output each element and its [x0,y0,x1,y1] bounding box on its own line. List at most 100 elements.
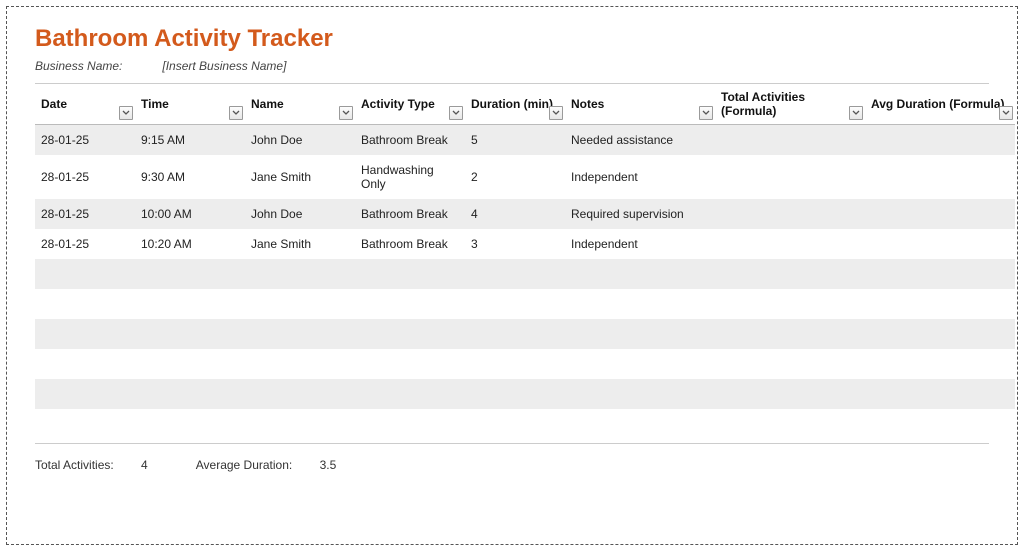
cell-notes[interactable]: Needed assistance [565,125,715,156]
cell-time[interactable] [135,259,245,289]
cell-date[interactable] [35,349,135,379]
filter-dropdown-icon[interactable] [339,106,353,120]
cell-duration[interactable] [465,409,565,439]
cell-avg[interactable] [865,155,1015,199]
cell-name[interactable] [245,349,355,379]
cell-avg[interactable] [865,349,1015,379]
cell-avg[interactable] [865,379,1015,409]
cell-time[interactable] [135,379,245,409]
cell-avg[interactable] [865,259,1015,289]
business-name-value[interactable]: [Insert Business Name] [162,59,286,73]
cell-name[interactable] [245,259,355,289]
column-header-label: Total Activities (Formula) [721,90,805,118]
column-header: Avg Duration (Formula) [865,84,1015,125]
cell-tot[interactable] [715,125,865,156]
cell-date[interactable] [35,379,135,409]
cell-duration[interactable]: 3 [465,229,565,259]
filter-dropdown-icon[interactable] [849,106,863,120]
cell-time[interactable]: 10:20 AM [135,229,245,259]
filter-dropdown-icon[interactable] [449,106,463,120]
cell-activity[interactable] [355,289,465,319]
column-header-label: Name [251,97,284,111]
cell-time[interactable] [135,409,245,439]
cell-activity[interactable]: Bathroom Break [355,199,465,229]
cell-avg[interactable] [865,319,1015,349]
cell-tot[interactable] [715,155,865,199]
cell-time[interactable] [135,289,245,319]
cell-name[interactable]: Jane Smith [245,155,355,199]
cell-date[interactable] [35,409,135,439]
cell-notes[interactable]: Independent [565,155,715,199]
cell-time[interactable]: 9:30 AM [135,155,245,199]
cell-avg[interactable] [865,229,1015,259]
cell-tot[interactable] [715,379,865,409]
cell-notes[interactable]: Independent [565,229,715,259]
cell-duration[interactable] [465,379,565,409]
business-name-row: Business Name: [Insert Business Name] [35,59,989,73]
filter-dropdown-icon[interactable] [119,106,133,120]
cell-duration[interactable]: 5 [465,125,565,156]
cell-activity[interactable] [355,409,465,439]
cell-avg[interactable] [865,199,1015,229]
cell-time[interactable]: 10:00 AM [135,199,245,229]
cell-date[interactable]: 28-01-25 [35,155,135,199]
total-activities-value: 4 [141,458,148,472]
column-header-label: Notes [571,97,604,111]
cell-date[interactable] [35,319,135,349]
column-header: Activity Type [355,84,465,125]
column-header: Duration (min) [465,84,565,125]
cell-activity[interactable]: Handwashing Only [355,155,465,199]
column-header: Time [135,84,245,125]
cell-time[interactable] [135,319,245,349]
cell-avg[interactable] [865,125,1015,156]
cell-duration[interactable] [465,259,565,289]
filter-dropdown-icon[interactable] [699,106,713,120]
cell-activity[interactable] [355,319,465,349]
filter-dropdown-icon[interactable] [229,106,243,120]
cell-tot[interactable] [715,409,865,439]
cell-activity[interactable] [355,259,465,289]
cell-name[interactable] [245,409,355,439]
cell-tot[interactable] [715,229,865,259]
cell-notes[interactable] [565,379,715,409]
cell-time[interactable] [135,349,245,379]
cell-name[interactable] [245,319,355,349]
cell-duration[interactable] [465,319,565,349]
cell-date[interactable]: 28-01-25 [35,229,135,259]
cell-name[interactable]: John Doe [245,199,355,229]
cell-time[interactable]: 9:15 AM [135,125,245,156]
cell-name[interactable]: Jane Smith [245,229,355,259]
cell-activity[interactable]: Bathroom Break [355,125,465,156]
cell-date[interactable]: 28-01-25 [35,199,135,229]
cell-duration[interactable]: 4 [465,199,565,229]
cell-tot[interactable] [715,349,865,379]
cell-activity[interactable]: Bathroom Break [355,229,465,259]
cell-avg[interactable] [865,409,1015,439]
table-row: 28-01-2510:00 AMJohn DoeBathroom Break4R… [35,199,1015,229]
cell-date[interactable]: 28-01-25 [35,125,135,156]
cell-date[interactable] [35,259,135,289]
cell-tot[interactable] [715,199,865,229]
cell-tot[interactable] [715,259,865,289]
cell-notes[interactable]: Required supervision [565,199,715,229]
cell-notes[interactable] [565,349,715,379]
cell-notes[interactable] [565,409,715,439]
cell-tot[interactable] [715,289,865,319]
cell-duration[interactable] [465,349,565,379]
cell-date[interactable] [35,289,135,319]
column-header-label: Avg Duration (Formula) [871,97,1005,111]
cell-notes[interactable] [565,319,715,349]
cell-notes[interactable] [565,289,715,319]
cell-name[interactable] [245,379,355,409]
filter-dropdown-icon[interactable] [999,106,1013,120]
cell-duration[interactable] [465,289,565,319]
cell-name[interactable] [245,289,355,319]
cell-tot[interactable] [715,319,865,349]
filter-dropdown-icon[interactable] [549,106,563,120]
cell-duration[interactable]: 2 [465,155,565,199]
cell-notes[interactable] [565,259,715,289]
cell-activity[interactable] [355,349,465,379]
cell-avg[interactable] [865,289,1015,319]
cell-activity[interactable] [355,379,465,409]
cell-name[interactable]: John Doe [245,125,355,156]
